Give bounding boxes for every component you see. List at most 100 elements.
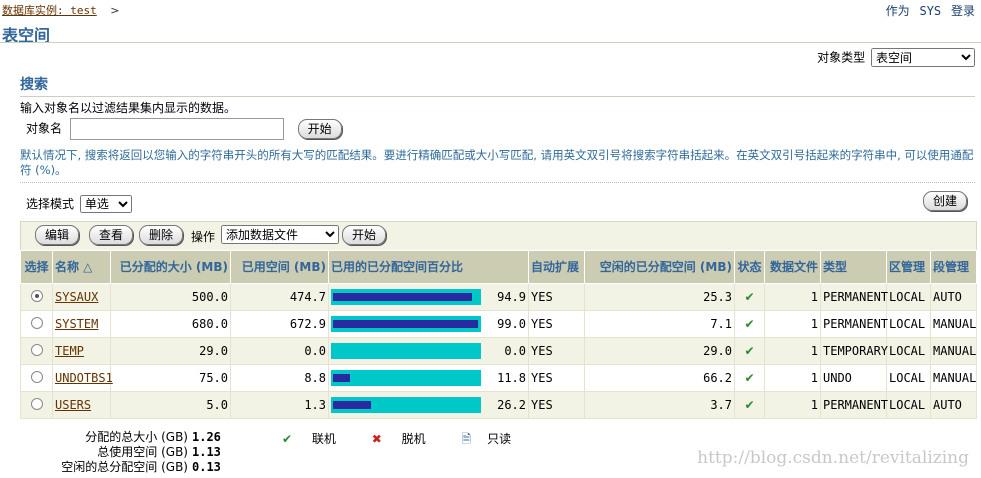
- row-allocated: 29.0: [110, 337, 231, 365]
- online-check-icon: ✔: [734, 391, 765, 419]
- object-name-input[interactable]: [69, 118, 284, 140]
- online-check-icon: ✔: [734, 310, 765, 338]
- row-extent: LOCAL: [886, 364, 931, 392]
- tablespace-name-link[interactable]: SYSAUX: [55, 290, 98, 304]
- row-type: UNDO: [820, 364, 887, 392]
- row-name-cell: USERS: [52, 391, 111, 419]
- row-free: 7.1: [584, 310, 735, 338]
- col-header-allocated: 已分配的大小 (MB): [110, 250, 231, 284]
- chevron-right-icon: >: [110, 4, 120, 17]
- row-radio[interactable]: [30, 370, 43, 383]
- table-toolbar: 编辑 查看 删除 操作 添加数据文件 开始: [20, 221, 977, 251]
- row-used: 8.8: [230, 364, 329, 392]
- tablespace-name-link[interactable]: USERS: [55, 398, 91, 412]
- row-name-cell: TEMP: [52, 337, 111, 365]
- delete-button[interactable]: 删除: [139, 225, 184, 245]
- col-header-segment-mgmt: 段管理: [930, 250, 977, 284]
- action-select[interactable]: 添加数据文件: [221, 225, 339, 244]
- row-select-cell: [20, 283, 53, 311]
- col-header-type: 类型: [820, 250, 887, 284]
- online-check-icon: ✔: [734, 364, 765, 392]
- row-type: TEMPORARY: [820, 337, 888, 365]
- row-radio[interactable]: [30, 289, 43, 302]
- row-extent: LOCAL: [886, 391, 931, 419]
- tablespace-name-link[interactable]: TEMP: [55, 344, 84, 358]
- usage-bar: [331, 397, 481, 413]
- row-free: 29.0: [584, 337, 735, 365]
- col-header-autoextend: 自动扩展: [528, 250, 585, 284]
- col-header-used-pct: 已用的已分配空间百分比: [328, 250, 529, 284]
- object-type-select[interactable]: 表空间: [871, 48, 975, 67]
- row-type: PERMANENT: [820, 310, 888, 338]
- search-section: 搜索 输入对象名以过滤结果集内显示的数据。 对象名 开始 默认情况下, 搜索将返…: [20, 74, 975, 184]
- action-label: 操作: [191, 230, 216, 244]
- offline-cross-icon: ✖: [371, 432, 382, 446]
- col-header-name[interactable]: 名称 △: [52, 250, 111, 284]
- row-segment: MANUAL: [930, 337, 977, 365]
- status-legend: ✔ 联机 ✖ 脱机 🗎 只读: [282, 430, 543, 451]
- row-free: 25.3: [584, 283, 735, 311]
- usage-bar-fill: [333, 374, 350, 382]
- selection-mode: 选择模式 单选: [26, 195, 132, 213]
- col-header-select: 选择: [20, 250, 53, 284]
- row-radio[interactable]: [30, 397, 43, 410]
- object-name-row: 对象名 开始: [26, 118, 342, 140]
- tablespace-name-link[interactable]: UNDOTBS1: [55, 371, 113, 385]
- table-row: USERS 5.0 1.3 26.2 YES 3.7 ✔ 1 PERMANENT…: [20, 391, 977, 419]
- usage-bar-fill: [333, 293, 472, 301]
- row-name-cell: SYSTEM: [52, 310, 111, 338]
- user-info: 作为 SYS 登录: [880, 2, 975, 19]
- online-check-icon: ✔: [734, 283, 765, 311]
- table-row: SYSTEM 680.0 672.9 99.0 YES 7.1 ✔ 1 PERM…: [20, 310, 977, 338]
- row-radio[interactable]: [30, 343, 43, 356]
- tablespace-name-link[interactable]: SYSTEM: [55, 317, 98, 331]
- row-datafiles: 1: [764, 283, 821, 311]
- col-header-used: 已用空间 (MB): [230, 250, 329, 284]
- row-segment: MANUAL: [930, 310, 977, 338]
- col-header-extent-mgmt: 区管理: [886, 250, 931, 284]
- view-button[interactable]: 查看: [89, 225, 134, 245]
- table-row: SYSAUX 500.0 474.7 94.9 YES 25.3 ✔ 1 PER…: [20, 283, 977, 311]
- selection-mode-select[interactable]: 单选: [79, 195, 132, 213]
- breadcrumb-db-instance-link[interactable]: 数据库实例: test: [2, 4, 97, 17]
- row-used-pct: 94.9: [497, 290, 526, 304]
- action-go-button[interactable]: 开始: [342, 225, 387, 245]
- row-autoextend: YES: [528, 283, 585, 311]
- row-used: 0.0: [230, 337, 329, 365]
- login-label: 登录: [950, 4, 975, 18]
- row-extent: LOCAL: [886, 337, 931, 365]
- breadcrumb: 数据库实例: test >: [2, 2, 119, 18]
- row-type: PERMANENT: [820, 283, 888, 311]
- table-row: UNDOTBS1 75.0 8.8 11.8 YES 66.2 ✔ 1 UNDO…: [20, 364, 977, 392]
- col-header-status: 状态: [734, 250, 765, 284]
- watermark: http://blog.csdn.net/revitalizing: [697, 448, 969, 468]
- row-used: 672.9: [230, 310, 329, 338]
- row-name-cell: SYSAUX: [52, 283, 111, 311]
- tablespace-table: 选择 名称 △ 已分配的大小 (MB) 已用空间 (MB) 已用的已分配空间百分…: [20, 250, 977, 419]
- legend-online: 联机: [311, 432, 336, 446]
- row-used: 474.7: [230, 283, 329, 311]
- row-free: 66.2: [584, 364, 735, 392]
- login-user-name: SYS: [919, 4, 942, 18]
- row-used-pct-cell: 0.0: [328, 337, 529, 365]
- row-autoextend: YES: [528, 391, 585, 419]
- row-used-pct: 0.0: [504, 344, 526, 358]
- row-autoextend: YES: [528, 364, 585, 392]
- row-allocated: 500.0: [110, 283, 231, 311]
- create-button[interactable]: 创建: [922, 191, 967, 211]
- search-divider: [20, 96, 975, 97]
- row-segment: MANUAL: [930, 364, 977, 392]
- usage-bar: [331, 343, 481, 359]
- edit-button[interactable]: 编辑: [35, 225, 80, 245]
- row-datafiles: 1: [764, 337, 821, 365]
- search-go-button[interactable]: 开始: [297, 118, 342, 139]
- object-type-selector: 对象类型 表空间: [817, 48, 975, 67]
- usage-bar-fill: [333, 320, 478, 328]
- table-row: TEMP 29.0 0.0 0.0 YES 29.0 ✔ 1 TEMPORARY…: [20, 337, 977, 365]
- row-segment: AUTO: [930, 283, 977, 311]
- row-autoextend: YES: [528, 310, 585, 338]
- row-used-pct-cell: 94.9: [328, 283, 529, 311]
- row-datafiles: 1: [764, 391, 821, 419]
- object-type-label: 对象类型: [817, 50, 866, 65]
- row-radio[interactable]: [30, 316, 43, 329]
